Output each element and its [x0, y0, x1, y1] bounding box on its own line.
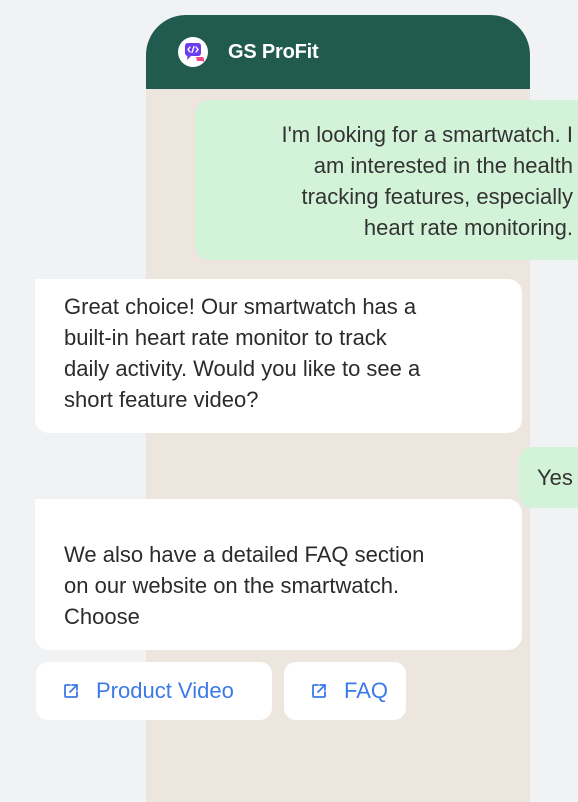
message-line: tracking features, especially [301, 184, 573, 209]
chat-header: GS ProFit [146, 15, 530, 89]
message-outgoing-1: I'm looking for a smartwatch. I am inter… [195, 100, 578, 260]
message-incoming-1: Great choice! Our smartwatch has a built… [35, 279, 522, 433]
message-line: am interested in the health [313, 153, 573, 178]
chat-code-logo-icon [178, 37, 208, 67]
message-line: on our website on the smartwatch. [64, 573, 400, 598]
message-text: Yes [537, 465, 573, 490]
message-line: short feature video? [64, 387, 259, 412]
message-line: daily activity. Would you like to see a [64, 356, 421, 381]
external-link-icon [64, 684, 78, 698]
message-line: We also have a detailed FAQ section [64, 542, 425, 567]
quick-reply-faq-button[interactable]: FAQ [284, 662, 406, 720]
message-line: I'm looking for a smartwatch. I [281, 122, 573, 147]
message-text: Great choice! Our smartwatch has a built… [64, 291, 514, 415]
quick-reply-label: FAQ [344, 678, 389, 703]
message-text: I'm looking for a smartwatch. I am inter… [193, 119, 573, 243]
quick-reply-product-video-button[interactable]: Product Video [36, 662, 272, 720]
message-line: heart rate monitoring. [363, 215, 573, 240]
message-line: Choose [64, 604, 140, 629]
message-incoming-2: We also have a detailed FAQ section on o… [35, 499, 522, 650]
app-title: GS ProFit [228, 41, 319, 63]
quick-reply-label: Product Video [96, 678, 234, 703]
external-link-icon [312, 684, 326, 698]
message-line: built-in heart rate monitor to track [64, 325, 387, 350]
screen: GS ProFit I'm looking for a smartwatch. … [0, 0, 578, 802]
message-text: We also have a detailed FAQ section on o… [64, 539, 514, 632]
message-outgoing-2: Yes [519, 447, 578, 508]
message-line: Great choice! Our smartwatch has a [64, 294, 417, 319]
